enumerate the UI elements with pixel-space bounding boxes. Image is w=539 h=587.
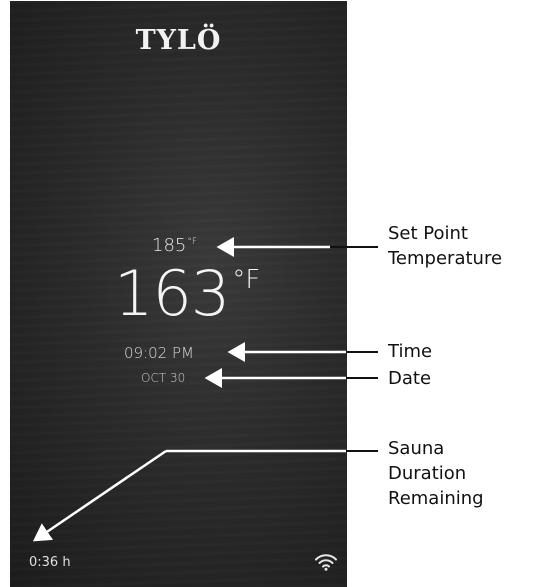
duration-callout-line3: Remaining <box>388 488 484 509</box>
duration-callout-label: Sauna Duration Remaining <box>388 436 484 511</box>
date-callout-label: Date <box>388 368 432 389</box>
setpoint-callout-label: Set Point Temperature <box>388 221 502 271</box>
duration-callout-line <box>32 449 378 542</box>
duration-callout-line2: Duration <box>388 463 467 484</box>
duration-callout-line1: Sauna <box>388 438 445 459</box>
time-callout-label: Time <box>388 341 433 362</box>
setpoint-callout-line1: Set Point <box>388 223 468 244</box>
setpoint-callout-line2: Temperature <box>388 248 503 269</box>
